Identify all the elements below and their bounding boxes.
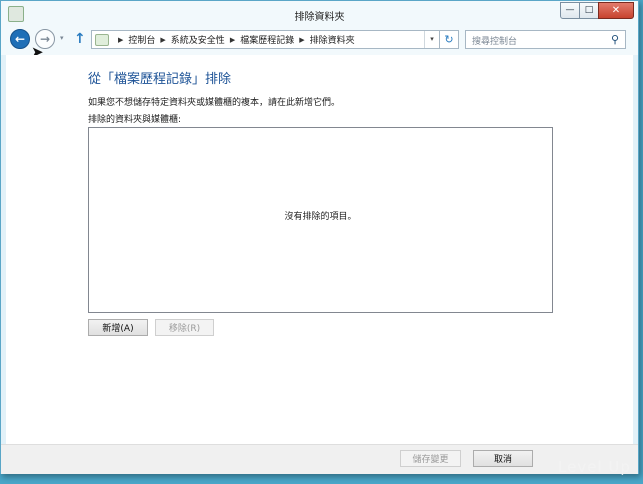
page-description: 如果您不想儲存特定資料夾或媒體櫃的複本，請在此新增它們。 (88, 98, 341, 108)
window-title: 排除資料夾 (294, 12, 345, 23)
add-button[interactable]: 新增(A) (88, 319, 148, 336)
excluded-list-label: 排除的資料夾與媒體櫃: (88, 115, 182, 125)
close-icon: ✕ (611, 4, 621, 16)
minimize-icon: — (565, 5, 575, 15)
breadcrumb-exclude-folders[interactable]: 排除資料夾 (310, 33, 355, 46)
empty-list-message: 沒有排除的項目。 (284, 212, 357, 222)
breadcrumb-separator-icon[interactable]: ▶ (230, 36, 235, 44)
footer-bar: 儲存變更 取消 (1, 444, 638, 474)
breadcrumb-separator-icon[interactable]: ▶ (160, 36, 165, 44)
maximize-button[interactable]: □ (579, 2, 599, 19)
breadcrumb-separator-icon: ▶ (118, 35, 124, 44)
minimize-button[interactable]: — (560, 2, 580, 19)
address-bar[interactable]: ▶ 控制台 ▶ 系統及安全性 ▶ 檔案歷程記錄 ▶ 排除資料夾 ▾ ↻ (91, 30, 459, 49)
page-title: 從「檔案歷程記錄」排除 (88, 72, 232, 87)
save-changes-button[interactable]: 儲存變更 (400, 450, 461, 467)
cancel-button[interactable]: 取消 (473, 450, 533, 467)
chevron-down-icon: ▾ (60, 34, 64, 42)
maximize-icon: □ (584, 5, 594, 15)
main-content: 從「檔案歷程記錄」排除 如果您不想儲存特定資料夾或媒體櫃的複本，請在此新增它們。… (6, 55, 633, 444)
file-history-window: 排除資料夾 — □ ✕ ← → ▾ ↑ ➤ ▶ 控制台 ▶ 系統及安全性 ▶ 檔… (0, 0, 639, 474)
arrow-up-icon: ↑ (74, 31, 86, 47)
breadcrumb-separator-icon[interactable]: ▶ (299, 36, 304, 44)
refresh-icon: ↻ (444, 33, 454, 46)
search-input[interactable]: 搜尋控制台 ⚲ (465, 30, 626, 49)
remove-button[interactable]: 移除(R) (155, 319, 214, 336)
navigation-bar: ← → ▾ ↑ ➤ ▶ 控制台 ▶ 系統及安全性 ▶ 檔案歷程記錄 ▶ 排除資料… (1, 27, 638, 61)
excluded-items-list[interactable]: 沒有排除的項目。 (88, 127, 553, 313)
control-panel-icon (95, 33, 109, 46)
recent-locations-button[interactable]: ▾ (60, 34, 64, 42)
search-icon[interactable]: ⚲ (611, 33, 619, 46)
close-button[interactable]: ✕ (598, 2, 634, 19)
chevron-down-icon: ▾ (430, 35, 434, 43)
title-bar[interactable]: 排除資料夾 — □ ✕ (1, 1, 638, 27)
watermark-text: Level Up (558, 458, 631, 476)
breadcrumb-system-security[interactable]: 系統及安全性 (171, 33, 225, 46)
up-button[interactable]: ↑ (74, 31, 86, 47)
arrow-left-icon: ← (14, 32, 26, 46)
address-history-button[interactable]: ▾ (424, 31, 439, 48)
refresh-button[interactable]: ↻ (439, 31, 458, 48)
breadcrumb-file-history[interactable]: 檔案歷程記錄 (240, 33, 294, 46)
search-placeholder: 搜尋控制台 (472, 37, 518, 47)
breadcrumb-control-panel[interactable]: 控制台 (128, 33, 155, 46)
back-button[interactable]: ← (10, 29, 30, 49)
